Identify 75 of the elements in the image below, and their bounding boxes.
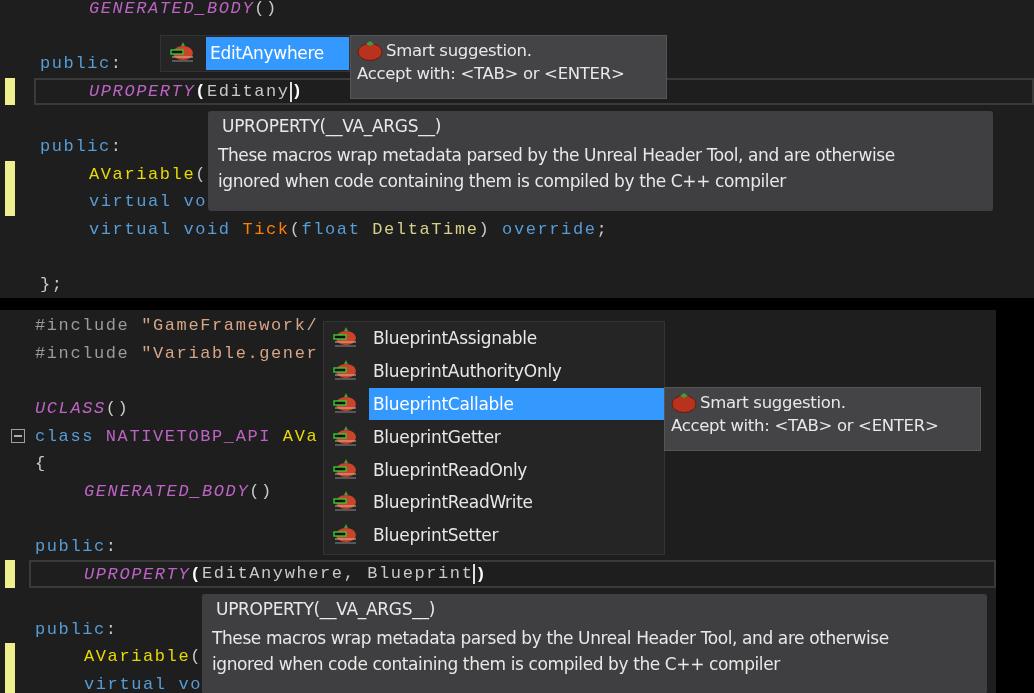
change-marker [5, 560, 15, 588]
code-text: #include [35, 316, 131, 336]
code-text: Tick [242, 220, 290, 240]
tomato-icon [332, 424, 358, 449]
code-text: float [301, 220, 362, 240]
code-text: ) [478, 220, 492, 240]
code-text: NATIVETOBP_API [105, 426, 273, 446]
code-text: GENERATED_BODY [84, 481, 250, 501]
tomato-icon [332, 457, 358, 482]
code-text: ( [195, 82, 208, 102]
change-marker [5, 643, 15, 671]
code-text: ( [190, 647, 203, 667]
code-text: "GameFramework/ [141, 316, 319, 336]
code-text: : [110, 137, 123, 157]
change-marker [5, 77, 15, 106]
description-text: ignored when code containing them is compiled by the C++ compiler [212, 653, 780, 676]
tooltip-title: Smart suggestion. [386, 40, 532, 60]
code-text: UCLASS [35, 399, 106, 419]
tomato-icon [671, 391, 697, 413]
code-text: { [35, 454, 47, 474]
code-text: ( [195, 164, 208, 184]
code-text: class [35, 426, 95, 446]
code-text: #include [35, 343, 131, 363]
code-text: virtual vo [89, 192, 208, 212]
code-text: : [105, 537, 118, 557]
description-text: These macros wrap metadata parsed by the Unreal Header Tool, and are otherwise [212, 627, 889, 650]
completion-item[interactable]: BlueprintSetter [369, 518, 664, 552]
change-marker [5, 160, 15, 189]
code-text: "Variable.gener [141, 343, 319, 363]
code-text: virtual void [89, 220, 232, 240]
code-text: public [35, 619, 106, 639]
tooltip-hint: Accept with: <TAB> or <ENTER> [671, 416, 940, 435]
code-text: AVa [282, 426, 319, 446]
completion-item[interactable]: BlueprintAuthorityOnly [369, 354, 664, 388]
code-text: : [110, 54, 123, 74]
macro-signature: UPROPERTY(__VA_ARGS__) [222, 116, 441, 136]
code-text: }; [40, 275, 64, 295]
completion-item[interactable]: BlueprintReadWrite [369, 486, 664, 519]
code-text: public [35, 537, 106, 557]
tooltip-title: Smart suggestion. [700, 392, 846, 412]
code-text: AVariable [84, 647, 191, 667]
code-text: ) [475, 564, 488, 584]
text-caret [289, 81, 292, 102]
completion-item[interactable]: BlueprintReadOnly [369, 453, 664, 486]
completion-item[interactable]: BlueprintAssignable [369, 322, 664, 355]
tooltip-hint: Accept with: <TAB> or <ENTER> [357, 64, 626, 83]
text-caret [473, 564, 476, 585]
code-text: () [254, 0, 278, 19]
code-text: UPROPERTY [84, 564, 191, 584]
code-text: EditAnywhere, Blueprint [202, 564, 476, 585]
change-marker [5, 670, 15, 693]
code-text: GENERATED_BODY [89, 0, 255, 19]
code-text: () [105, 399, 130, 419]
tomato-icon [357, 39, 383, 61]
change-marker [5, 188, 15, 216]
code-text: DeltaTime [372, 220, 479, 240]
code-text: Editany [207, 81, 292, 102]
code-text: ) [291, 82, 304, 102]
code-text: ( [289, 220, 302, 240]
code-text: public [40, 137, 111, 157]
tomato-icon [332, 392, 358, 416]
description-text: ignored when code containing them is compiled by the C++ compiler [218, 170, 786, 193]
macro-signature: UPROPERTY(__VA_ARGS__) [216, 599, 435, 619]
completion-item[interactable]: BlueprintGetter [369, 420, 664, 454]
code-text: () [249, 481, 273, 501]
description-text: These macros wrap metadata parsed by the Unreal Header Tool, and are otherwise [218, 144, 895, 167]
code-text: public [40, 54, 111, 74]
code-text: override [502, 220, 597, 240]
code-text: UPROPERTY [89, 82, 196, 102]
code-text: ; [596, 220, 609, 240]
code-text: virtual vo [84, 675, 203, 693]
code-text: AVariable [89, 164, 196, 184]
code-text: : [105, 619, 118, 639]
collapse-icon[interactable] [11, 429, 25, 444]
code-text: ( [190, 564, 203, 584]
